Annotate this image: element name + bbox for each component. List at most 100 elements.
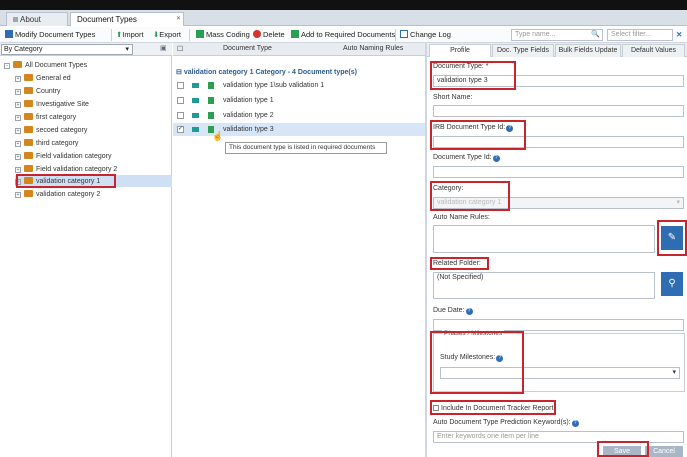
tree-item-all[interactable]: − All Document Types bbox=[4, 60, 87, 71]
tooltip: This document type is listed in required… bbox=[225, 142, 387, 154]
filter-input[interactable]: Select filter... bbox=[607, 29, 673, 41]
required-doc-icon bbox=[291, 30, 299, 38]
tab-bulk-fields-update[interactable]: Bulk Fields Update bbox=[555, 44, 621, 57]
column-auto-naming-rules[interactable]: Auto Naming Rules bbox=[343, 45, 403, 52]
window-top-bar bbox=[0, 0, 687, 10]
collapse-icon[interactable]: − bbox=[4, 63, 10, 69]
table-row[interactable]: validation type 2 bbox=[173, 109, 426, 122]
related-folder-field[interactable]: (Not Specified) bbox=[433, 272, 655, 299]
delete-label: Delete bbox=[263, 30, 285, 39]
toolbar: Modify Document Types ⬆Import ⬇Export Ma… bbox=[0, 27, 687, 43]
table-row[interactable]: validation type 1 bbox=[173, 94, 426, 107]
import-button[interactable]: ⬆Import bbox=[116, 29, 144, 41]
folder-icon bbox=[24, 165, 33, 172]
row-label: validation type 2 bbox=[223, 112, 274, 119]
row-checkbox-checked[interactable]: ✓ bbox=[177, 126, 184, 133]
row-checkbox[interactable] bbox=[177, 97, 184, 104]
tree-item[interactable]: + third category bbox=[15, 138, 78, 149]
short-name-field[interactable] bbox=[433, 105, 684, 117]
document-icon bbox=[208, 82, 214, 89]
chevron-down-icon: ▾ bbox=[672, 369, 676, 376]
tab-about[interactable]: About bbox=[6, 12, 68, 26]
info-icon[interactable]: ? bbox=[571, 420, 579, 427]
modify-document-types-button[interactable]: Modify Document Types bbox=[5, 29, 95, 41]
tree-item[interactable]: + General ed bbox=[15, 73, 71, 84]
tree-item[interactable]: + validation category 2 bbox=[15, 189, 100, 200]
expand-icon[interactable]: + bbox=[15, 89, 21, 95]
group-row[interactable]: ⊟ validation category 1 Category - 4 Docu… bbox=[173, 67, 426, 79]
highlight-box bbox=[430, 120, 526, 150]
tab-about-label: About bbox=[20, 15, 41, 24]
row-label: validation type 1\sub validation 1 bbox=[223, 82, 325, 89]
tree-item[interactable]: + secoed category bbox=[15, 125, 87, 136]
tree-item[interactable]: + first category bbox=[15, 112, 76, 123]
toolbar-separator bbox=[395, 29, 396, 41]
highlight-box bbox=[430, 257, 489, 270]
short-name-label: Short Name: bbox=[433, 94, 473, 101]
delete-button[interactable]: Delete bbox=[253, 29, 285, 41]
expand-icon[interactable]: + bbox=[15, 128, 21, 134]
toolbar-separator bbox=[189, 29, 190, 41]
cancel-button[interactable]: Cancel bbox=[645, 446, 683, 457]
tag-icon bbox=[192, 83, 199, 88]
tree-item-label: Field validation category bbox=[36, 153, 112, 160]
document-type-id-field[interactable] bbox=[433, 166, 684, 178]
collapse-panel-icon[interactable]: ▣ bbox=[160, 44, 167, 52]
cursor-icon: ☝ bbox=[212, 131, 224, 141]
browse-folder-button[interactable]: ⚲ bbox=[661, 272, 683, 296]
info-icon[interactable]: ? bbox=[465, 308, 473, 315]
search-input[interactable]: Type name... 🔍 bbox=[511, 29, 603, 41]
info-icon[interactable]: ? bbox=[492, 155, 500, 162]
change-log-button[interactable]: Change Log bbox=[400, 29, 451, 41]
search-icon[interactable]: 🔍 bbox=[591, 30, 600, 40]
export-button[interactable]: ⬇Export bbox=[153, 29, 181, 41]
tab-default-values[interactable]: Default Values bbox=[622, 44, 685, 57]
profile-tabs: Profile Doc. Type Fields Bulk Fields Upd… bbox=[427, 43, 687, 57]
group-collapse-icon[interactable]: ⊟ bbox=[176, 69, 182, 76]
table-row-selected[interactable]: ✓ validation type 3 bbox=[173, 123, 426, 136]
calendar-icon bbox=[400, 30, 408, 38]
export-label: Export bbox=[159, 30, 181, 39]
highlight-box bbox=[430, 61, 516, 90]
expand-icon[interactable]: + bbox=[15, 76, 21, 82]
tab-document-types-management[interactable]: Document Types Management ✕ bbox=[70, 12, 184, 37]
expand-icon[interactable]: + bbox=[15, 115, 21, 121]
row-label: validation type 1 bbox=[223, 97, 274, 104]
add-to-required-documents-button[interactable]: Add to Required Documents bbox=[291, 29, 395, 41]
category-select-value: By Category bbox=[4, 46, 43, 53]
expand-icon[interactable]: + bbox=[15, 102, 21, 108]
tree-item[interactable]: + Country bbox=[15, 86, 61, 97]
tree-item-label: Country bbox=[36, 88, 61, 95]
highlight-box bbox=[430, 181, 510, 211]
expand-icon[interactable]: + bbox=[15, 192, 21, 198]
tag-icon bbox=[192, 127, 199, 132]
select-all-checkbox[interactable]: ☐ bbox=[177, 45, 183, 53]
tree-item-label: All Document Types bbox=[25, 62, 88, 69]
category-select[interactable]: By Category ▾ bbox=[1, 44, 133, 55]
mass-coding-button[interactable]: Mass Coding bbox=[196, 29, 250, 41]
highlight-box bbox=[430, 331, 524, 394]
tab-profile[interactable]: Profile bbox=[429, 44, 491, 57]
close-tab-icon[interactable]: ✕ bbox=[176, 13, 181, 26]
highlight-box bbox=[430, 400, 556, 415]
document-type-id-label: Document Type Id:? bbox=[433, 154, 500, 162]
row-checkbox[interactable] bbox=[177, 82, 184, 89]
tree-item-label: General ed bbox=[36, 75, 71, 82]
column-document-type[interactable]: Document Type bbox=[223, 45, 272, 52]
expand-icon[interactable]: + bbox=[15, 167, 21, 173]
doc-type-id-text: Document Type Id: bbox=[433, 154, 492, 161]
tag-icon bbox=[192, 113, 199, 118]
search-placeholder: Type name... bbox=[515, 31, 556, 38]
tab-doc-type-fields[interactable]: Doc. Type Fields bbox=[492, 44, 554, 57]
auto-name-rules-label: Auto Name Rules: bbox=[433, 214, 490, 221]
table-row[interactable]: validation type 1\sub validation 1 bbox=[173, 79, 426, 92]
expand-icon[interactable]: + bbox=[15, 141, 21, 147]
tree-item[interactable]: + Field validation category bbox=[15, 151, 112, 162]
expand-icon[interactable]: + bbox=[15, 154, 21, 160]
chevron-down-icon: ▾ bbox=[125, 46, 129, 53]
row-checkbox[interactable] bbox=[177, 112, 184, 119]
clear-filter-icon[interactable]: ✕ bbox=[676, 29, 682, 41]
auto-name-rules-field[interactable] bbox=[433, 225, 655, 253]
tree-item[interactable]: + Investigative Site bbox=[15, 99, 89, 110]
chevron-down-icon: ▾ bbox=[676, 199, 680, 206]
